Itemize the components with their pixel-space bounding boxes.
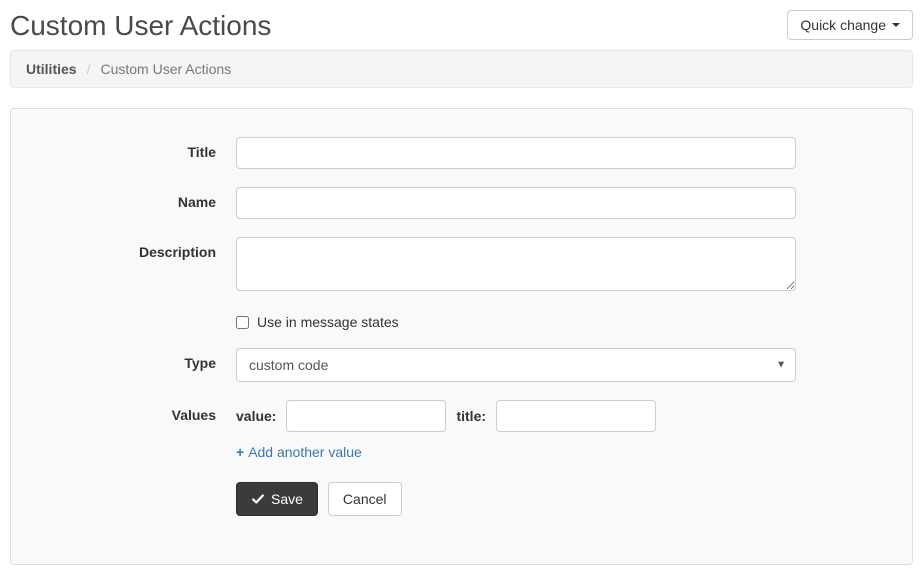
plus-icon: +	[236, 445, 244, 459]
breadcrumb-parent[interactable]: Utilities	[26, 61, 77, 77]
caret-down-icon	[892, 23, 900, 27]
use-in-message-states-checkbox[interactable]	[236, 316, 249, 329]
name-input[interactable]	[236, 187, 796, 219]
page-title: Custom User Actions	[10, 10, 271, 42]
breadcrumb-separator: /	[87, 61, 91, 77]
breadcrumb-current: Custom User Actions	[100, 61, 231, 77]
name-label: Name	[51, 187, 236, 210]
value-input[interactable]	[286, 400, 446, 432]
add-another-value-link[interactable]: + Add another value	[236, 444, 362, 460]
values-label: Values	[51, 400, 236, 423]
save-button[interactable]: Save	[236, 482, 318, 516]
breadcrumb: Utilities / Custom User Actions	[10, 50, 913, 88]
title-input[interactable]	[236, 137, 796, 169]
cancel-label: Cancel	[343, 491, 387, 507]
value-title-input[interactable]	[496, 400, 656, 432]
use-in-message-states-row[interactable]: Use in message states	[236, 312, 796, 330]
save-label: Save	[271, 491, 303, 507]
value-sublabel: value:	[236, 408, 276, 424]
title-label: Title	[51, 137, 236, 160]
description-label: Description	[51, 237, 236, 260]
check-icon	[251, 492, 265, 506]
quick-change-button[interactable]: Quick change	[787, 10, 913, 40]
use-in-message-states-label: Use in message states	[257, 314, 399, 330]
title-sublabel: title:	[456, 408, 486, 424]
form-panel: Title Name Description Use in message st…	[10, 108, 913, 565]
type-label: Type	[51, 348, 236, 371]
quick-change-label: Quick change	[800, 17, 886, 33]
cancel-button[interactable]: Cancel	[328, 482, 402, 516]
add-another-value-label: Add another value	[248, 444, 362, 460]
description-textarea[interactable]	[236, 237, 796, 291]
type-select[interactable]: custom code	[236, 348, 796, 382]
